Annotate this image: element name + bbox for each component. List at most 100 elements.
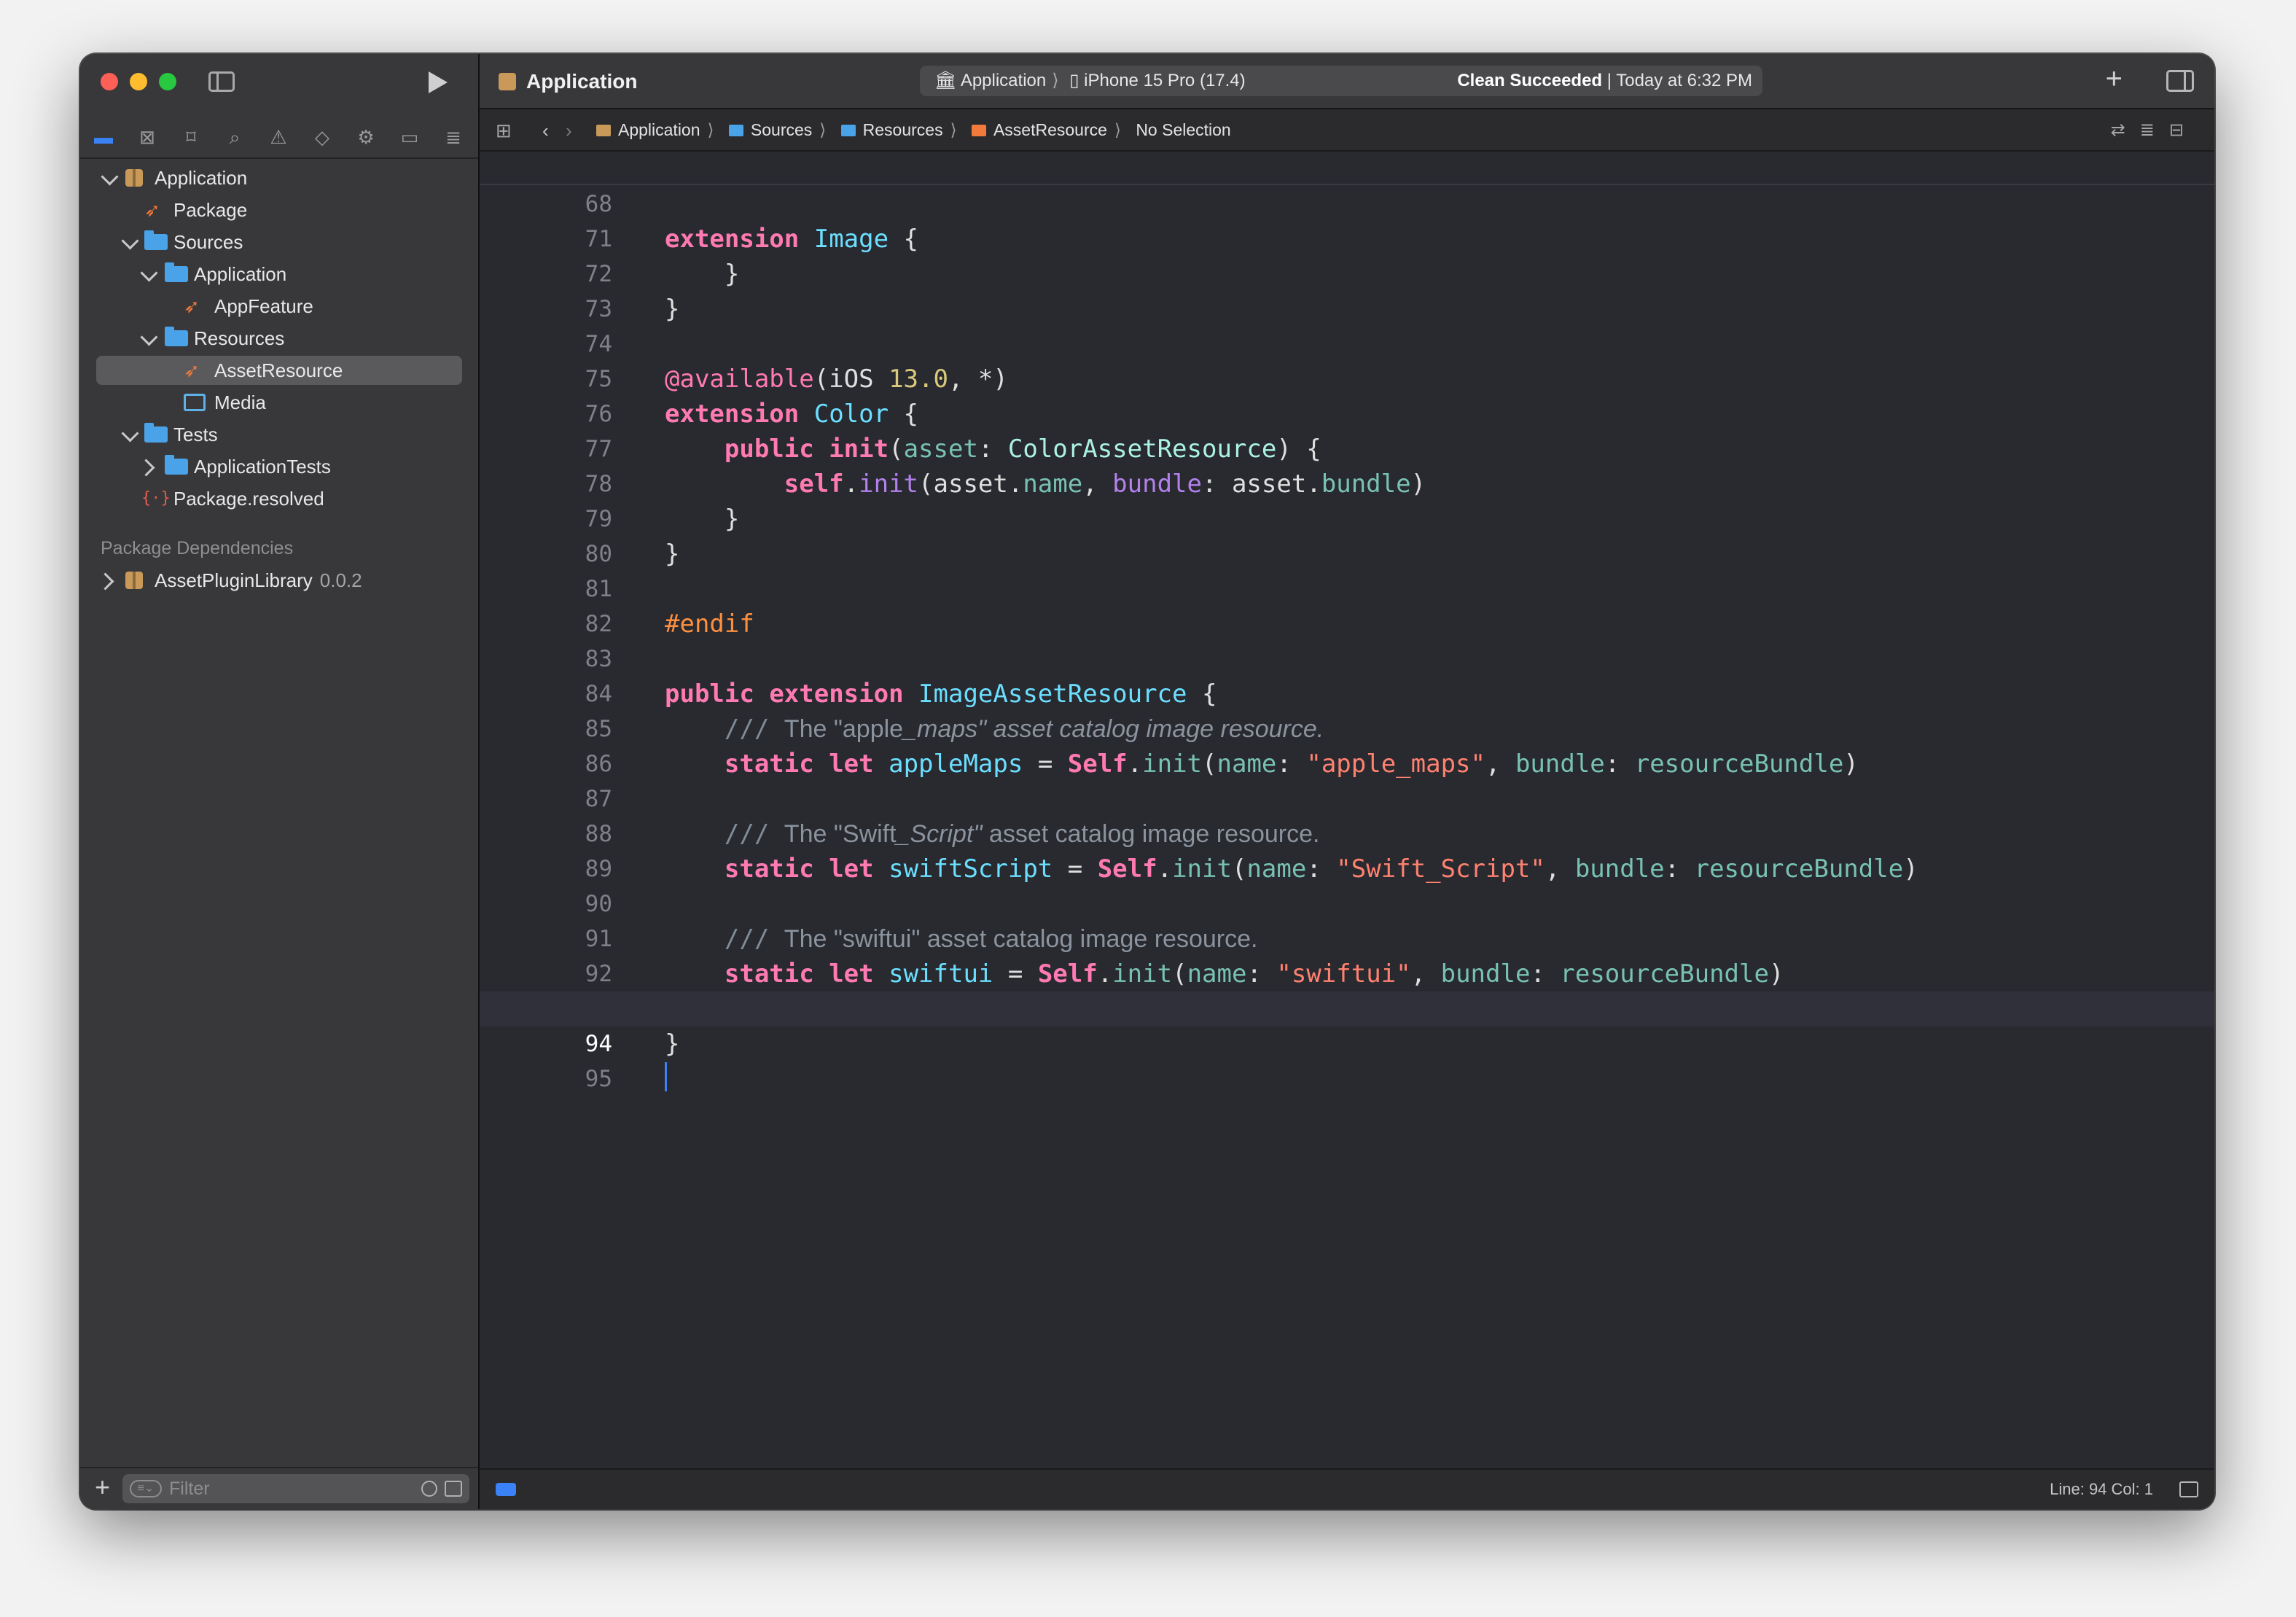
- scheme-device[interactable]: iPhone 15 Pro (17.4): [1084, 71, 1245, 90]
- dependency-version: 0.0.2: [319, 569, 362, 591]
- tree-item-package-resolved[interactable]: {·} Package.resolved: [96, 484, 462, 513]
- code-editor[interactable]: 68 extension Image { 69 public init(asse…: [480, 152, 2214, 1468]
- folder-icon: [144, 423, 168, 443]
- json-file-icon: {·}: [141, 489, 171, 507]
- debug-area-indicator-icon[interactable]: [496, 1483, 516, 1496]
- chevron-down-icon[interactable]: [121, 424, 139, 443]
- debug-icon[interactable]: ⚙: [353, 124, 379, 150]
- tree-item-application[interactable]: Application: [96, 163, 462, 192]
- back-button[interactable]: ‹: [542, 121, 549, 140]
- forward-button[interactable]: ›: [566, 121, 572, 140]
- bookmark-icon[interactable]: ⌑: [178, 124, 204, 150]
- code-line: 84 /// The "apple_maps" asset catalog im…: [480, 642, 2214, 744]
- tree-item-application-folder[interactable]: Application: [96, 260, 462, 289]
- build-status: Clean Succeeded | Today at 6:32 PM: [1457, 66, 1752, 96]
- crumb-assetresource[interactable]: AssetResource: [993, 120, 1107, 139]
- project-navigator-icon[interactable]: ▬: [90, 124, 117, 150]
- chevron-down-icon[interactable]: [121, 232, 139, 250]
- chevron-right-icon[interactable]: [96, 572, 114, 591]
- search-icon[interactable]: ⌕: [222, 124, 248, 150]
- crumb-sources[interactable]: Sources: [751, 120, 812, 139]
- filter-input[interactable]: ≡⌄ Filter: [122, 1474, 469, 1503]
- tree-item-applicationtests[interactable]: ApplicationTests: [96, 452, 462, 481]
- main-area: Application 🏛 Application ⟩ ▯ iPhone 15 P…: [480, 54, 2214, 1509]
- tree-item-label: Package.resolved: [173, 488, 324, 510]
- add-file-button[interactable]: +: [95, 1473, 110, 1502]
- asset-catalog-icon: [184, 394, 206, 411]
- close-window-button[interactable]: [101, 73, 118, 90]
- activity-status: 🏛 Application ⟩ ▯ iPhone 15 Pro (17.4) Cl…: [920, 66, 1762, 96]
- tree-item-label: Package: [173, 199, 248, 221]
- swift-file-icon: [971, 125, 986, 136]
- chevron-down-icon[interactable]: [140, 264, 158, 282]
- test-icon[interactable]: ◇: [309, 124, 335, 150]
- line-number: 68: [585, 191, 612, 217]
- inspector-toggle-icon[interactable]: [2166, 70, 2194, 92]
- tree-item-label: AssetResource: [214, 359, 343, 381]
- recent-files-icon[interactable]: [421, 1481, 437, 1497]
- crumb-no-selection[interactable]: No Selection: [1136, 120, 1230, 139]
- tree-item-media[interactable]: Media: [96, 388, 462, 417]
- tree-item-label: Tests: [173, 424, 218, 445]
- package-icon: [125, 572, 143, 589]
- breakpoint-icon[interactable]: ▭: [397, 124, 423, 150]
- scheme-target[interactable]: Application: [961, 71, 1046, 90]
- code-line: 79 }: [480, 467, 2214, 569]
- code-line: 90 /// The "swiftui" asset catalog image…: [480, 852, 2214, 954]
- code-text: [665, 1061, 667, 1096]
- crumb-application[interactable]: Application: [618, 120, 700, 139]
- chevron-down-icon[interactable]: [101, 168, 119, 186]
- folder-icon: [165, 455, 188, 475]
- filter-placeholder: Filter: [169, 1478, 210, 1499]
- tree-item-assetpluginlibrary[interactable]: AssetPluginLibrary 0.0.2: [96, 566, 462, 595]
- jump-bar: ⊞ ‹ › Application ⟩ Sources ⟩ Resources ⟩ A…: [480, 109, 2214, 152]
- sidebar-toggle-icon[interactable]: [208, 71, 235, 92]
- tree-item-tests[interactable]: Tests: [96, 420, 462, 449]
- tree-item-assetresource[interactable]: ➶ AssetResource: [96, 356, 462, 385]
- package-dependencies-title: Package Dependencies: [101, 538, 294, 558]
- source-control-icon[interactable]: ⊠: [134, 124, 160, 150]
- code-line: 81 #endif: [480, 537, 2214, 639]
- line-number: 95: [585, 1066, 612, 1092]
- tree-item-package[interactable]: ➶ Package: [96, 195, 462, 225]
- tree-item-label: Resources: [194, 327, 285, 349]
- crumb-resources[interactable]: Resources: [863, 120, 943, 139]
- text-caret: [665, 1062, 667, 1091]
- code-line: 75 extension Color {: [480, 327, 2214, 429]
- sticky-scope-header: 68 extension Image {: [480, 152, 2214, 254]
- swap-icon[interactable]: ⇄: [2111, 120, 2140, 140]
- zoom-window-button[interactable]: [159, 73, 176, 90]
- editor-options: ⇄≣⊟: [2111, 120, 2198, 141]
- folder-icon: [840, 125, 856, 136]
- code-line: 74 @available(iOS 13.0, *): [480, 292, 2214, 394]
- code-line: 93 }: [480, 956, 2214, 1059]
- chevron-down-icon[interactable]: [140, 328, 158, 346]
- minimize-window-button[interactable]: [130, 73, 147, 90]
- code-line: 83 public extension ImageAssetResource {: [480, 607, 2214, 709]
- cursor-position: Line: 94 Col: 1: [2050, 1480, 2153, 1498]
- tree-item-sources[interactable]: Sources: [96, 227, 462, 257]
- code-line: 87 /// The "Swift_Script" asset catalog …: [480, 747, 2214, 849]
- debug-area-toggle-icon[interactable]: [2179, 1481, 2198, 1497]
- tree-item-label: Media: [214, 391, 266, 413]
- tree-item-appfeature[interactable]: ➶ AppFeature: [96, 292, 462, 321]
- folder-icon: [728, 125, 743, 136]
- code-line: 89: [480, 817, 2214, 882]
- warning-icon[interactable]: ⚠: [265, 124, 292, 150]
- navigator-tabs: ▬ ⊠ ⌑ ⌕ ⚠ ◇ ⚙ ▭ ≣: [80, 117, 478, 159]
- scheme-selector[interactable]: 🏛 Application ⟩ ▯ iPhone 15 Pro (17.4): [934, 66, 1246, 96]
- dependency-name: AssetPluginLibrary: [155, 569, 313, 591]
- run-button[interactable]: [429, 71, 448, 93]
- report-icon[interactable]: ≣: [440, 124, 466, 150]
- project-title: Application: [526, 70, 638, 93]
- library-plus-button[interactable]: +: [2106, 64, 2123, 93]
- code-line: 71 }: [480, 187, 2214, 289]
- related-items-icon[interactable]: ⊞: [496, 121, 512, 140]
- tree-item-resources[interactable]: Resources: [96, 324, 462, 353]
- split-editor-icon[interactable]: ⊟: [2169, 120, 2198, 140]
- filter-options-icon[interactable]: ≡⌄: [130, 1480, 162, 1497]
- code-line: 78 }: [480, 432, 2214, 534]
- editor-options-icon[interactable]: ≣: [2140, 120, 2169, 140]
- source-control-filter-icon[interactable]: [445, 1481, 462, 1497]
- chevron-right-icon[interactable]: [137, 459, 155, 477]
